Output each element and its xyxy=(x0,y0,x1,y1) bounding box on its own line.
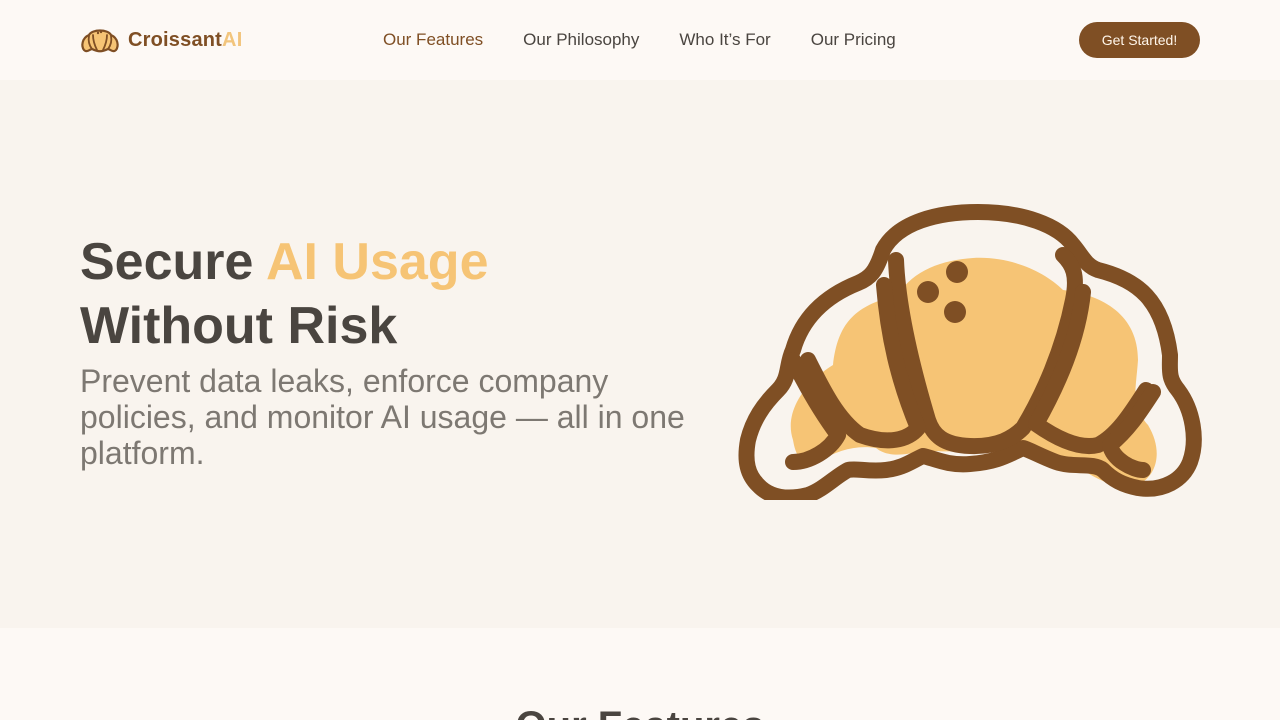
hero-title-accent: AI Usage xyxy=(265,233,489,291)
croissant-icon xyxy=(81,29,119,53)
features-heading: Our Features xyxy=(0,704,1280,720)
hero-title-start: Secure xyxy=(80,233,266,291)
main-nav: Our Features Our Philosophy Who It’s For… xyxy=(383,29,936,51)
features-section: Our Features xyxy=(0,628,1280,720)
nav-our-features[interactable]: Our Features xyxy=(383,30,483,50)
logo-text-main: Croissant xyxy=(128,28,223,51)
top-navbar: CroissantAI Our Features Our Philosophy … xyxy=(0,0,1280,80)
nav-who-its-for[interactable]: Who It’s For xyxy=(679,30,770,50)
croissant-illustration xyxy=(738,204,1202,500)
hero-title-end: Without Risk xyxy=(80,297,398,355)
brand-logo[interactable]: CroissantAI xyxy=(80,26,242,54)
logo-text-accent: AI xyxy=(222,28,243,51)
hero-subtitle: Prevent data leaks, enforce company poli… xyxy=(80,363,685,471)
nav-our-philosophy[interactable]: Our Philosophy xyxy=(523,30,639,50)
nav-our-pricing[interactable]: Our Pricing xyxy=(811,30,896,50)
logo-text: CroissantAI xyxy=(128,29,242,52)
get-started-button[interactable]: Get Started! xyxy=(1079,22,1200,58)
hero-section: Secure AI Usage Without Risk Prevent dat… xyxy=(0,80,1280,628)
hero-title: Secure AI Usage Without Risk xyxy=(80,230,700,358)
